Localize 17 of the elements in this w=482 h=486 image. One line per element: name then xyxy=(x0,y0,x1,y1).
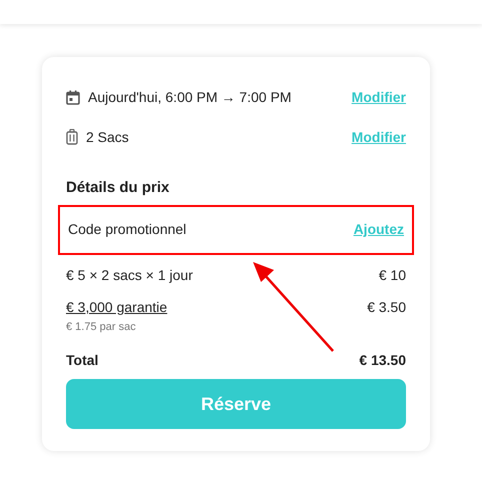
promo-label: Code promotionnel xyxy=(68,220,186,239)
modify-link[interactable]: Modifier xyxy=(352,86,406,108)
calendar-icon xyxy=(66,90,80,104)
booking-detail: Aujourd'hui, 6:00 PM → 7:00 PM xyxy=(88,88,292,107)
price-amount: € 3.50 xyxy=(367,298,406,317)
price-amount: € 10 xyxy=(378,266,406,285)
section-heading: Détails du prix xyxy=(66,178,170,198)
reserve-button[interactable]: Réserve xyxy=(66,379,406,429)
price-line-label[interactable]: € 3,000 garantie xyxy=(66,297,168,318)
total-amount: € 13.50 xyxy=(359,350,406,370)
luggage-icon xyxy=(66,129,78,145)
price-note: € 1.75 par sac xyxy=(66,320,137,334)
booking-detail: 2 Sacs xyxy=(86,128,129,146)
modify-link[interactable]: Modifier xyxy=(352,126,406,148)
total-label: Total xyxy=(66,350,98,370)
add-promo-link[interactable]: Ajoutez xyxy=(353,219,404,240)
price-line-label: € 5 × 2 sacs × 1 jour xyxy=(66,266,193,285)
